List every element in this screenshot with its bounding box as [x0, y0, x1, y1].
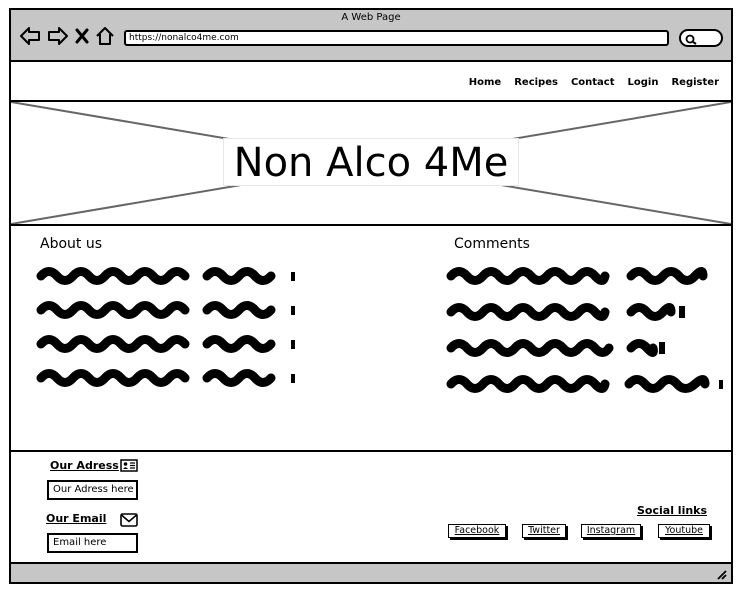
youtube-button[interactable]: Youtube: [658, 524, 710, 538]
about-us-text-placeholder: [36, 267, 295, 387]
hero-image-placeholder: Non Alco 4Me: [11, 102, 731, 226]
comments-title: Comments: [454, 236, 530, 252]
about-us-title: About us: [40, 236, 103, 252]
close-x-icon[interactable]: [75, 28, 89, 44]
content-section: About us Comments: [11, 226, 731, 452]
twitter-button[interactable]: Twitter: [522, 524, 566, 538]
email-value: Email here: [47, 533, 138, 553]
window-title: A Web Page: [341, 12, 401, 23]
browser-window: A Web Page https://nonalco4me.com Home R…: [9, 8, 733, 584]
nav-home[interactable]: Home: [469, 77, 501, 88]
comments-text-placeholder: [446, 267, 723, 393]
browser-nav-controls: [19, 24, 115, 48]
site-footer: Our Adress Our Adress here Our Email Ema…: [11, 452, 731, 564]
address-card-icon: [120, 459, 138, 472]
browser-search[interactable]: [679, 29, 723, 47]
forward-arrow-icon[interactable]: [47, 26, 69, 46]
nav-recipes[interactable]: Recipes: [514, 77, 558, 88]
address-value: Our Adress here: [47, 480, 138, 500]
address-label: Our Adress: [50, 459, 119, 472]
nav-contact[interactable]: Contact: [571, 77, 615, 88]
social-links-title: Social links: [637, 504, 708, 517]
resize-grip-icon[interactable]: [715, 568, 727, 580]
browser-titlebar: A Web Page https://nonalco4me.com: [11, 10, 731, 62]
nav-register[interactable]: Register: [671, 77, 719, 88]
instagram-button[interactable]: Instagram: [581, 524, 641, 538]
email-label: Our Email: [46, 512, 107, 525]
facebook-button[interactable]: Facebook: [448, 524, 506, 538]
main-menu: Home Recipes Contact Login Register: [469, 77, 719, 88]
url-bar[interactable]: https://nonalco4me.com: [124, 30, 669, 46]
home-icon[interactable]: [95, 26, 115, 46]
site-navbar: Home Recipes Contact Login Register: [11, 62, 731, 102]
hero-title: Non Alco 4Me: [223, 138, 519, 186]
search-icon: [685, 34, 697, 45]
browser-statusbar: [11, 562, 731, 582]
envelope-icon: [120, 513, 138, 527]
nav-login[interactable]: Login: [628, 77, 659, 88]
back-arrow-icon[interactable]: [19, 26, 41, 46]
